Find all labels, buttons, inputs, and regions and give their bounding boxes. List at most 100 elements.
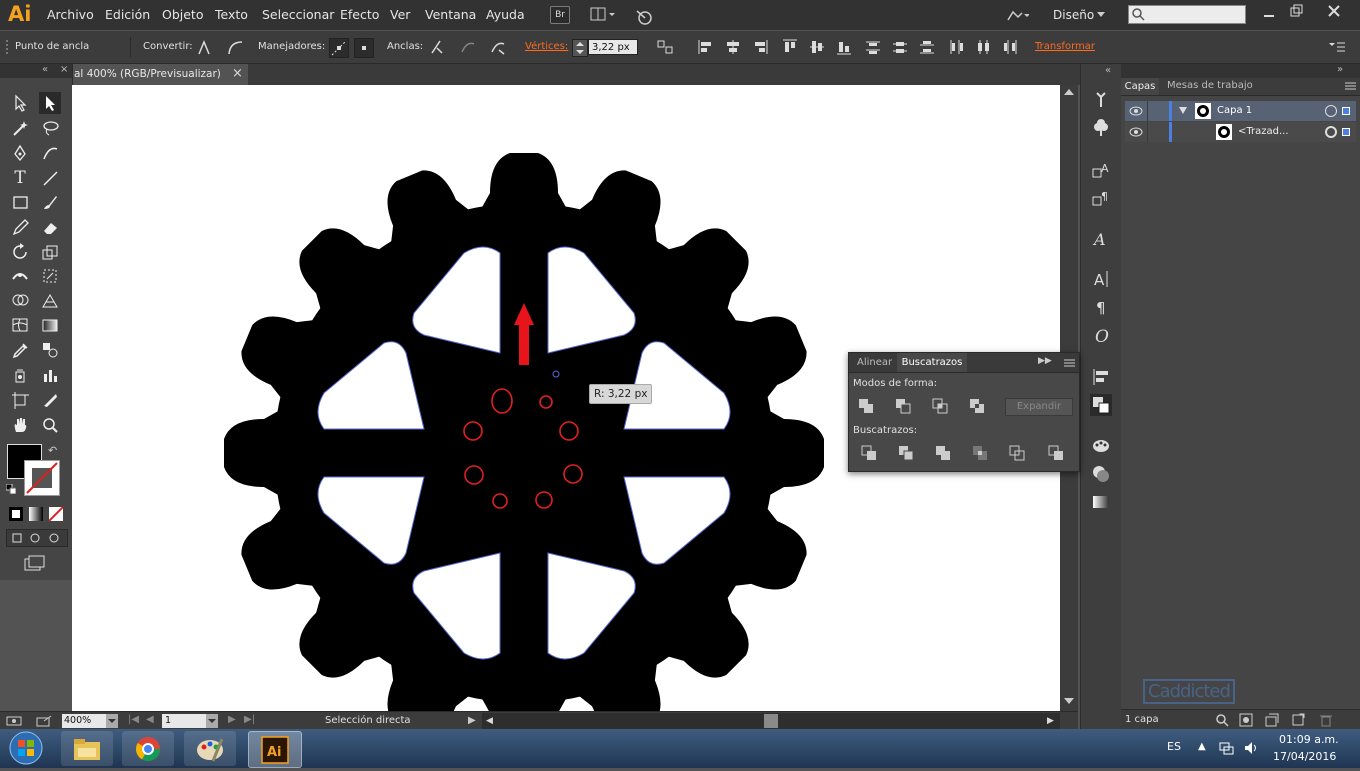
- gpu-icon[interactable]: [6, 715, 26, 727]
- gradient-panel-icon[interactable]: [1090, 491, 1112, 513]
- next-artboard-icon[interactable]: ▶: [228, 714, 236, 725]
- scale-tool-icon[interactable]: [39, 241, 61, 263]
- selection-tool-icon[interactable]: [9, 92, 31, 114]
- restore-icon[interactable]: [1290, 4, 1304, 18]
- gpu-performance-icon[interactable]: [633, 6, 655, 26]
- distribute-hcenter-icon[interactable]: [974, 38, 992, 56]
- magic-wand-icon[interactable]: [9, 117, 31, 139]
- align-bottom-icon[interactable]: [835, 38, 853, 56]
- rotate-tool-icon[interactable]: [9, 241, 31, 263]
- workspace-switcher[interactable]: Diseño: [1053, 8, 1094, 22]
- unite-icon[interactable]: [855, 396, 877, 416]
- width-tool-icon[interactable]: [9, 265, 31, 287]
- color-guide-icon[interactable]: [1090, 435, 1112, 457]
- lasso-icon[interactable]: [39, 117, 61, 139]
- menu-archivo[interactable]: Archivo: [47, 7, 94, 22]
- character-panel-icon[interactable]: A: [1090, 268, 1112, 290]
- slice-tool-icon[interactable]: [39, 389, 61, 411]
- expand-button[interactable]: Expandir: [1005, 398, 1073, 416]
- horizontal-scrollbar[interactable]: ◀ ▶: [482, 713, 1060, 729]
- menu-ventana[interactable]: Ventana: [425, 7, 476, 22]
- tab-capas[interactable]: Capas: [1121, 78, 1159, 95]
- tab-mesas-de-trabajo[interactable]: Mesas de trabajo: [1167, 80, 1253, 91]
- symbols-sprayer-panel-icon[interactable]: [1090, 88, 1112, 110]
- scroll-left-icon[interactable]: ◀: [486, 716, 493, 726]
- artboard-tool-icon[interactable]: [9, 389, 31, 411]
- align-left-icon[interactable]: [697, 38, 715, 56]
- eye-icon[interactable]: [1129, 126, 1143, 138]
- artboard-dropdown-chevron-down-icon[interactable]: [206, 714, 218, 728]
- line-segment-icon[interactable]: [39, 167, 61, 189]
- align-top-icon[interactable]: [781, 38, 799, 56]
- eyedropper-icon[interactable]: [9, 339, 31, 361]
- taskbar-chrome-icon[interactable]: [122, 731, 174, 766]
- layers-panel-header[interactable]: »: [1121, 64, 1360, 78]
- gradient-tool-icon[interactable]: [39, 314, 61, 336]
- status-menu-arrow-icon[interactable]: ▶: [468, 715, 476, 726]
- target-icon[interactable]: [1325, 126, 1337, 138]
- column-graph-icon[interactable]: [39, 364, 61, 386]
- scroll-right-icon[interactable]: ▶: [1047, 716, 1054, 726]
- crop-icon[interactable]: [969, 443, 991, 463]
- eraser-icon[interactable]: [39, 216, 61, 238]
- collapse-panel-icon[interactable]: »: [1337, 64, 1343, 75]
- scroll-thumb[interactable]: [764, 714, 778, 728]
- intersect-icon[interactable]: [929, 396, 951, 416]
- vertices-label[interactable]: Vértices:: [525, 41, 568, 52]
- collapse-strip-icon[interactable]: «: [1105, 65, 1111, 76]
- zoom-input[interactable]: 400%: [62, 714, 106, 728]
- panel-menu-icon[interactable]: [1060, 357, 1076, 369]
- perspective-grid-icon[interactable]: [39, 289, 61, 311]
- lock-toggle[interactable]: [1147, 122, 1171, 142]
- menu-seleccionar[interactable]: Seleccionar: [262, 7, 334, 22]
- transformar-link[interactable]: Transformar: [1035, 41, 1095, 52]
- layer-row-capa-1[interactable]: Capa 1: [1125, 101, 1356, 121]
- cut-path-icon[interactable]: [489, 38, 507, 56]
- volume-icon[interactable]: [1243, 740, 1259, 756]
- paragraph-panel-icon[interactable]: ¶: [1090, 296, 1112, 318]
- distribute-left-icon[interactable]: [947, 38, 965, 56]
- curvature-tool-icon[interactable]: [39, 142, 61, 164]
- align-vcenter-icon[interactable]: [808, 38, 826, 56]
- close-panel-icon[interactable]: ×: [60, 64, 68, 75]
- network-icon[interactable]: [1218, 740, 1234, 756]
- minus-back-icon[interactable]: [1045, 443, 1067, 463]
- align-right-icon[interactable]: [751, 38, 769, 56]
- selection-indicator[interactable]: [1342, 107, 1350, 115]
- control-bar-menu-icon[interactable]: [1328, 41, 1346, 53]
- path-name[interactable]: <Trazad...: [1238, 126, 1289, 137]
- menu-texto[interactable]: Texto: [215, 7, 248, 22]
- search-input[interactable]: [1128, 5, 1246, 24]
- minus-front-icon[interactable]: [892, 396, 914, 416]
- connect-anchor-icon[interactable]: [459, 38, 477, 56]
- lock-toggle[interactable]: [1147, 101, 1171, 121]
- show-handles-icon[interactable]: [329, 38, 349, 58]
- collapse-icon[interactable]: «: [42, 64, 48, 75]
- hand-tool-icon[interactable]: [9, 414, 31, 436]
- language-indicator[interactable]: ES: [1167, 740, 1181, 753]
- menu-ver[interactable]: Ver: [390, 7, 410, 22]
- pencil-icon[interactable]: [9, 216, 31, 238]
- close-icon[interactable]: [1327, 4, 1341, 18]
- rectangle-tool-icon[interactable]: [9, 191, 31, 213]
- glyphs-panel-icon[interactable]: O: [1090, 324, 1112, 346]
- taskbar-file-explorer-icon[interactable]: [61, 731, 113, 766]
- prev-artboard-icon[interactable]: ◀: [146, 714, 154, 725]
- exclude-icon[interactable]: [966, 396, 988, 416]
- sync-settings-icon[interactable]: [1005, 6, 1030, 24]
- merge-icon[interactable]: [932, 443, 954, 463]
- opentype-icon[interactable]: A: [1090, 228, 1112, 250]
- clock-time[interactable]: 01:09 a.m.: [1279, 733, 1339, 746]
- free-transform-icon[interactable]: [39, 265, 61, 287]
- transparency-icon[interactable]: [1090, 463, 1112, 485]
- zoom-dropdown-chevron-down-icon[interactable]: [106, 714, 118, 728]
- paragraph-styles-icon[interactable]: ¶: [1090, 187, 1112, 209]
- menu-ayuda[interactable]: Ayuda: [486, 7, 525, 22]
- screen-mode-icon[interactable]: [24, 555, 46, 571]
- hide-handles-icon[interactable]: [354, 38, 374, 58]
- menu-efecto[interactable]: Efecto: [340, 7, 379, 22]
- document-tab[interactable]: al 400% (RGB/Previsualizar) ×: [72, 64, 248, 85]
- paintbrush-icon[interactable]: [39, 191, 61, 213]
- vertices-stepper[interactable]: [572, 39, 588, 57]
- remove-anchor-icon[interactable]: [428, 38, 446, 56]
